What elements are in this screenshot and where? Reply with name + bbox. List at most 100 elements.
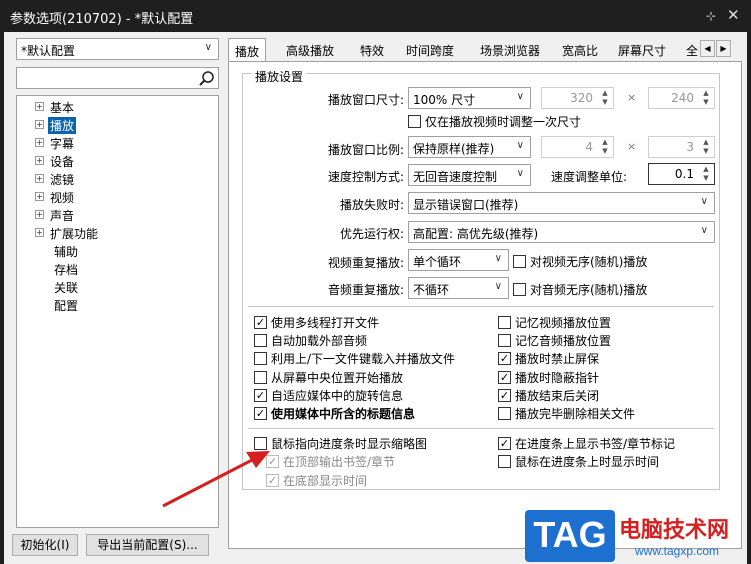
tree-item-filters[interactable]: + 滤镜 <box>35 171 74 189</box>
audio-random-checkbox[interactable]: 对音频无序(随机)播放 <box>513 281 647 297</box>
video-repeat-label: 视频重复播放: <box>327 256 404 270</box>
ratio-height-spinner: 3 ▲ ▼ <box>648 136 715 158</box>
checkbox-bookmark-markers[interactable]: ✓ 在进度条上显示书签/章节标记 <box>498 435 675 451</box>
divider <box>248 306 714 307</box>
speed-mode-value: 无回音速度控制 <box>413 170 498 184</box>
checkbox-box: ✓ <box>266 473 279 487</box>
checkbox-box <box>498 454 511 468</box>
tab-time-span[interactable]: 时间跨度 <box>400 38 460 61</box>
fail-select[interactable]: 显示错误窗口(推荐) ∨ <box>408 192 715 214</box>
spin-arrows-icon: ▲ ▼ <box>703 138 709 155</box>
checkbox-remember-video-pos[interactable]: 记忆视频播放位置 <box>498 314 611 330</box>
tree-item-subtitles[interactable]: + 字幕 <box>35 135 74 153</box>
checkbox-box <box>254 370 267 384</box>
watermark: TAG 电脑技术网 www.tagxp.com <box>525 510 751 564</box>
spin-arrows-icon: ▲ ▼ <box>703 89 709 106</box>
resize-once-checkbox[interactable]: 仅在播放视频时调整一次尺寸 <box>408 113 581 129</box>
tree-item-association[interactable]: 关联 <box>54 279 78 297</box>
expand-icon[interactable]: + <box>35 138 44 147</box>
checkbox-box: ✓ <box>498 436 511 450</box>
tree-item-assist[interactable]: 辅助 <box>54 243 78 261</box>
expand-icon[interactable]: + <box>35 102 44 111</box>
tree-item-video[interactable]: + 视频 <box>35 189 74 207</box>
tab-aspect-ratio[interactable]: 宽高比 <box>556 38 604 61</box>
chevron-down-icon: ∨ <box>494 253 502 264</box>
close-icon[interactable]: ✕ <box>727 6 740 24</box>
tree-item-playback[interactable]: + 播放 <box>35 117 77 135</box>
checkbox-media-title[interactable]: ✓ 使用媒体中所含的标题信息 <box>254 405 415 421</box>
tree-item-archive[interactable]: 存档 <box>54 261 78 279</box>
tab-playback[interactable]: 播放 <box>228 38 267 63</box>
checkbox-prev-next-load[interactable]: 利用上/下一文件键载入并播放文件 <box>254 350 455 366</box>
checkbox-multithread-open[interactable]: ✓ 使用多线程打开文件 <box>254 314 379 330</box>
expand-icon[interactable]: + <box>35 120 44 129</box>
pin-icon[interactable]: ⊹ <box>706 9 716 23</box>
checkbox-no-screensaver[interactable]: ✓ 播放时禁止屏保 <box>498 350 599 366</box>
checkbox-remember-audio-pos[interactable]: 记忆音频播放位置 <box>498 332 611 348</box>
group-title: 播放设置 <box>252 68 307 85</box>
expand-icon[interactable]: + <box>35 156 44 165</box>
speed-mode-select[interactable]: 无回音速度控制 ∨ <box>408 164 531 186</box>
window-width-value: 320 <box>570 91 593 105</box>
chevron-down-icon: ∨ <box>516 91 524 102</box>
checkbox-box <box>513 254 526 268</box>
checkbox-box <box>513 282 526 296</box>
checkbox-box <box>408 114 421 128</box>
window-height-spinner: 240 ▲ ▼ <box>648 87 715 109</box>
tab-effects[interactable]: 特效 <box>354 38 390 61</box>
video-random-checkbox[interactable]: 对视频无序(随机)播放 <box>513 253 647 269</box>
checkbox-thumbnail-preview[interactable]: 鼠标指向进度条时显示缩略图 <box>254 435 427 451</box>
checkbox-rotation-info[interactable]: ✓ 自适应媒体中的旋转信息 <box>254 387 403 403</box>
tab-scroll-left-button[interactable]: ◀ <box>700 40 715 57</box>
watermark-name: 电脑技术网 <box>619 518 730 543</box>
speed-mode-label: 速度控制方式: <box>327 170 404 184</box>
expand-icon[interactable]: + <box>35 192 44 201</box>
checkbox-close-after-play[interactable]: ✓ 播放结束后关闭 <box>498 387 599 403</box>
priority-select[interactable]: 高配置: 高优先级(推荐) ∨ <box>408 221 715 243</box>
priority-value: 高配置: 高优先级(推荐) <box>413 227 539 241</box>
dialog-client: *默认配置 ∨ + 基本 + 播放 + 字幕 + 设备 + 滤镜 + 视频 + 声音 + 扩展功… <box>4 32 747 564</box>
checkbox-auto-load-audio[interactable]: 自动加载外部音频 <box>254 332 367 348</box>
initialize-button[interactable]: 初始化(I) <box>12 534 78 556</box>
tab-scroll-right-button[interactable]: ▶ <box>716 40 731 57</box>
spin-arrows-icon[interactable]: ▲ ▼ <box>699 165 713 183</box>
export-config-button[interactable]: 导出当前配置(S)... <box>86 534 209 556</box>
checkbox-box <box>254 333 267 347</box>
checkbox-delete-after-play[interactable]: 播放完毕删除相关文件 <box>498 405 635 421</box>
speed-unit-label: 速度调整单位: <box>551 170 628 184</box>
checkbox-hide-pointer[interactable]: ✓ 播放时隐蔽指针 <box>498 369 599 385</box>
ratio-select[interactable]: 保持原样(推荐) ∨ <box>408 136 531 158</box>
speed-unit-spinner[interactable]: 0.1 ▲ ▼ <box>648 163 715 185</box>
window-size-label: 播放窗口尺寸: <box>327 93 404 107</box>
checkbox-hover-time[interactable]: 鼠标在进度条上时显示时间 <box>498 453 659 469</box>
tree-item-extensions[interactable]: + 扩展功能 <box>35 225 98 243</box>
checkbox-box <box>254 436 267 450</box>
tree-item-config[interactable]: 配置 <box>54 297 78 315</box>
ratio-height-value: 3 <box>686 140 694 154</box>
fail-value: 显示错误窗口(推荐) <box>413 198 519 212</box>
profile-select[interactable]: *默认配置 ∨ <box>16 38 219 60</box>
tree-item-devices[interactable]: + 设备 <box>35 153 74 171</box>
fail-label: 播放失败时: <box>339 198 404 212</box>
audio-repeat-value: 不循环 <box>413 283 450 297</box>
search-icon[interactable] <box>198 70 215 87</box>
tab-advanced-playback[interactable]: 高级播放 <box>280 38 340 61</box>
checkbox-center-start[interactable]: 从屏幕中央位置开始播放 <box>254 369 403 385</box>
search-input[interactable] <box>16 67 219 89</box>
window-title: 参数选项(210702) - *默认配置 <box>10 12 194 27</box>
times-sign: × <box>627 91 637 104</box>
expand-icon[interactable]: + <box>35 228 44 237</box>
tab-scene-browser[interactable]: 场景浏览器 <box>474 38 546 61</box>
video-repeat-select[interactable]: 单个循环 ∨ <box>408 249 509 271</box>
audio-repeat-label: 音频重复播放: <box>327 283 404 297</box>
audio-repeat-select[interactable]: 不循环 ∨ <box>408 277 509 299</box>
tree-item-audio[interactable]: + 声音 <box>35 207 74 225</box>
tab-screen-size[interactable]: 屏幕尺寸 <box>612 38 672 61</box>
expand-icon[interactable]: + <box>35 174 44 183</box>
tree-item-basic[interactable]: + 基本 <box>35 99 74 117</box>
window-size-select[interactable]: 100% 尺寸 ∨ <box>408 87 531 109</box>
checkbox-box: ✓ <box>254 315 267 329</box>
window-height-value: 240 <box>671 91 694 105</box>
expand-icon[interactable]: + <box>35 210 44 219</box>
ratio-width-value: 4 <box>585 140 593 154</box>
